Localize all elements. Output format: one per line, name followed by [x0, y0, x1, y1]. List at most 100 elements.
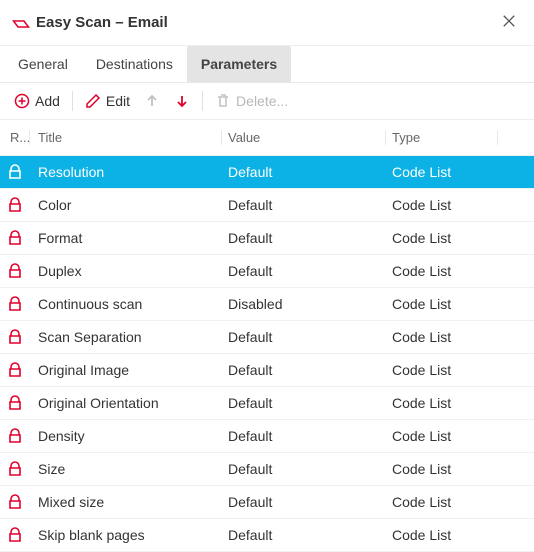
row-lock-cell — [0, 230, 30, 246]
row-type: Code List — [386, 494, 498, 510]
row-lock-cell — [0, 395, 30, 411]
row-value: Default — [222, 329, 386, 345]
tab-parameters[interactable]: Parameters — [187, 46, 291, 82]
column-header-type[interactable]: Type — [386, 130, 498, 145]
table-row[interactable]: DensityDefaultCode List — [0, 420, 534, 453]
row-value: Default — [222, 263, 386, 279]
table-row[interactable]: FormatDefaultCode List — [0, 222, 534, 255]
row-type: Code List — [386, 230, 498, 246]
row-title: Skip blank pages — [30, 527, 222, 543]
lock-icon — [7, 164, 23, 180]
row-title: Original Orientation — [30, 395, 222, 411]
arrow-up-icon — [144, 93, 160, 109]
row-title: Resolution — [30, 164, 222, 180]
lock-icon — [7, 329, 23, 345]
table-row[interactable]: Mixed sizeDefaultCode List — [0, 486, 534, 519]
row-title: Continuous scan — [30, 296, 222, 312]
row-value: Default — [222, 395, 386, 411]
row-value: Disabled — [222, 296, 386, 312]
row-type: Code List — [386, 164, 498, 180]
parameters-grid: R... Title Value Type ResolutionDefaultC… — [0, 120, 534, 552]
app-icon — [12, 17, 30, 29]
row-value: Default — [222, 230, 386, 246]
move-down-button[interactable] — [170, 91, 194, 111]
lock-icon — [7, 494, 23, 510]
row-lock-cell — [0, 263, 30, 279]
add-button[interactable]: Add — [10, 91, 64, 111]
row-lock-cell — [0, 329, 30, 345]
row-value: Default — [222, 197, 386, 213]
toolbar: Add Edit Delete... — [0, 83, 534, 120]
row-value: Default — [222, 527, 386, 543]
arrow-down-icon — [174, 93, 190, 109]
lock-icon — [7, 428, 23, 444]
row-lock-cell — [0, 461, 30, 477]
row-title: Scan Separation — [30, 329, 222, 345]
column-header-r[interactable]: R... — [0, 130, 30, 145]
lock-icon — [7, 362, 23, 378]
row-type: Code List — [386, 461, 498, 477]
row-value: Default — [222, 164, 386, 180]
row-value: Default — [222, 362, 386, 378]
lock-icon — [7, 230, 23, 246]
lock-icon — [7, 527, 23, 543]
grid-header: R... Title Value Type — [0, 120, 534, 156]
row-title: Duplex — [30, 263, 222, 279]
table-row[interactable]: DuplexDefaultCode List — [0, 255, 534, 288]
column-header-value[interactable]: Value — [222, 130, 386, 145]
row-type: Code List — [386, 329, 498, 345]
row-type: Code List — [386, 362, 498, 378]
separator — [202, 91, 203, 111]
table-row[interactable]: Scan SeparationDefaultCode List — [0, 321, 534, 354]
tabs: GeneralDestinationsParameters — [0, 45, 534, 83]
row-lock-cell — [0, 428, 30, 444]
row-type: Code List — [386, 527, 498, 543]
table-row[interactable]: Continuous scanDisabledCode List — [0, 288, 534, 321]
row-value: Default — [222, 494, 386, 510]
row-lock-cell — [0, 527, 30, 543]
row-title: Color — [30, 197, 222, 213]
row-value: Default — [222, 461, 386, 477]
lock-icon — [7, 263, 23, 279]
edit-button[interactable]: Edit — [81, 91, 134, 111]
add-label: Add — [35, 93, 60, 109]
table-row[interactable]: SizeDefaultCode List — [0, 453, 534, 486]
row-lock-cell — [0, 197, 30, 213]
row-lock-cell — [0, 494, 30, 510]
trash-icon — [215, 93, 231, 109]
close-button[interactable] — [496, 10, 522, 35]
delete-label: Delete... — [236, 93, 288, 109]
window-title: Easy Scan – Email — [36, 14, 496, 31]
row-title: Format — [30, 230, 222, 246]
table-row[interactable]: ResolutionDefaultCode List — [0, 156, 534, 189]
delete-button[interactable]: Delete... — [211, 91, 292, 111]
edit-label: Edit — [106, 93, 130, 109]
table-row[interactable]: ColorDefaultCode List — [0, 189, 534, 222]
lock-icon — [7, 461, 23, 477]
row-lock-cell — [0, 296, 30, 312]
column-header-title[interactable]: Title — [30, 130, 222, 145]
move-up-button[interactable] — [140, 91, 164, 111]
lock-icon — [7, 197, 23, 213]
row-title: Mixed size — [30, 494, 222, 510]
row-type: Code List — [386, 296, 498, 312]
row-title: Size — [30, 461, 222, 477]
row-value: Default — [222, 428, 386, 444]
close-icon — [502, 14, 516, 28]
table-row[interactable]: Skip blank pagesDefaultCode List — [0, 519, 534, 552]
row-type: Code List — [386, 395, 498, 411]
pencil-icon — [85, 93, 101, 109]
row-lock-cell — [0, 362, 30, 378]
plus-circle-icon — [14, 93, 30, 109]
row-type: Code List — [386, 197, 498, 213]
separator — [72, 91, 73, 111]
lock-icon — [7, 296, 23, 312]
row-title: Density — [30, 428, 222, 444]
table-row[interactable]: Original OrientationDefaultCode List — [0, 387, 534, 420]
lock-icon — [7, 395, 23, 411]
table-row[interactable]: Original ImageDefaultCode List — [0, 354, 534, 387]
tab-destinations[interactable]: Destinations — [82, 46, 187, 82]
tab-general[interactable]: General — [4, 46, 82, 82]
row-type: Code List — [386, 428, 498, 444]
titlebar: Easy Scan – Email — [0, 0, 534, 45]
